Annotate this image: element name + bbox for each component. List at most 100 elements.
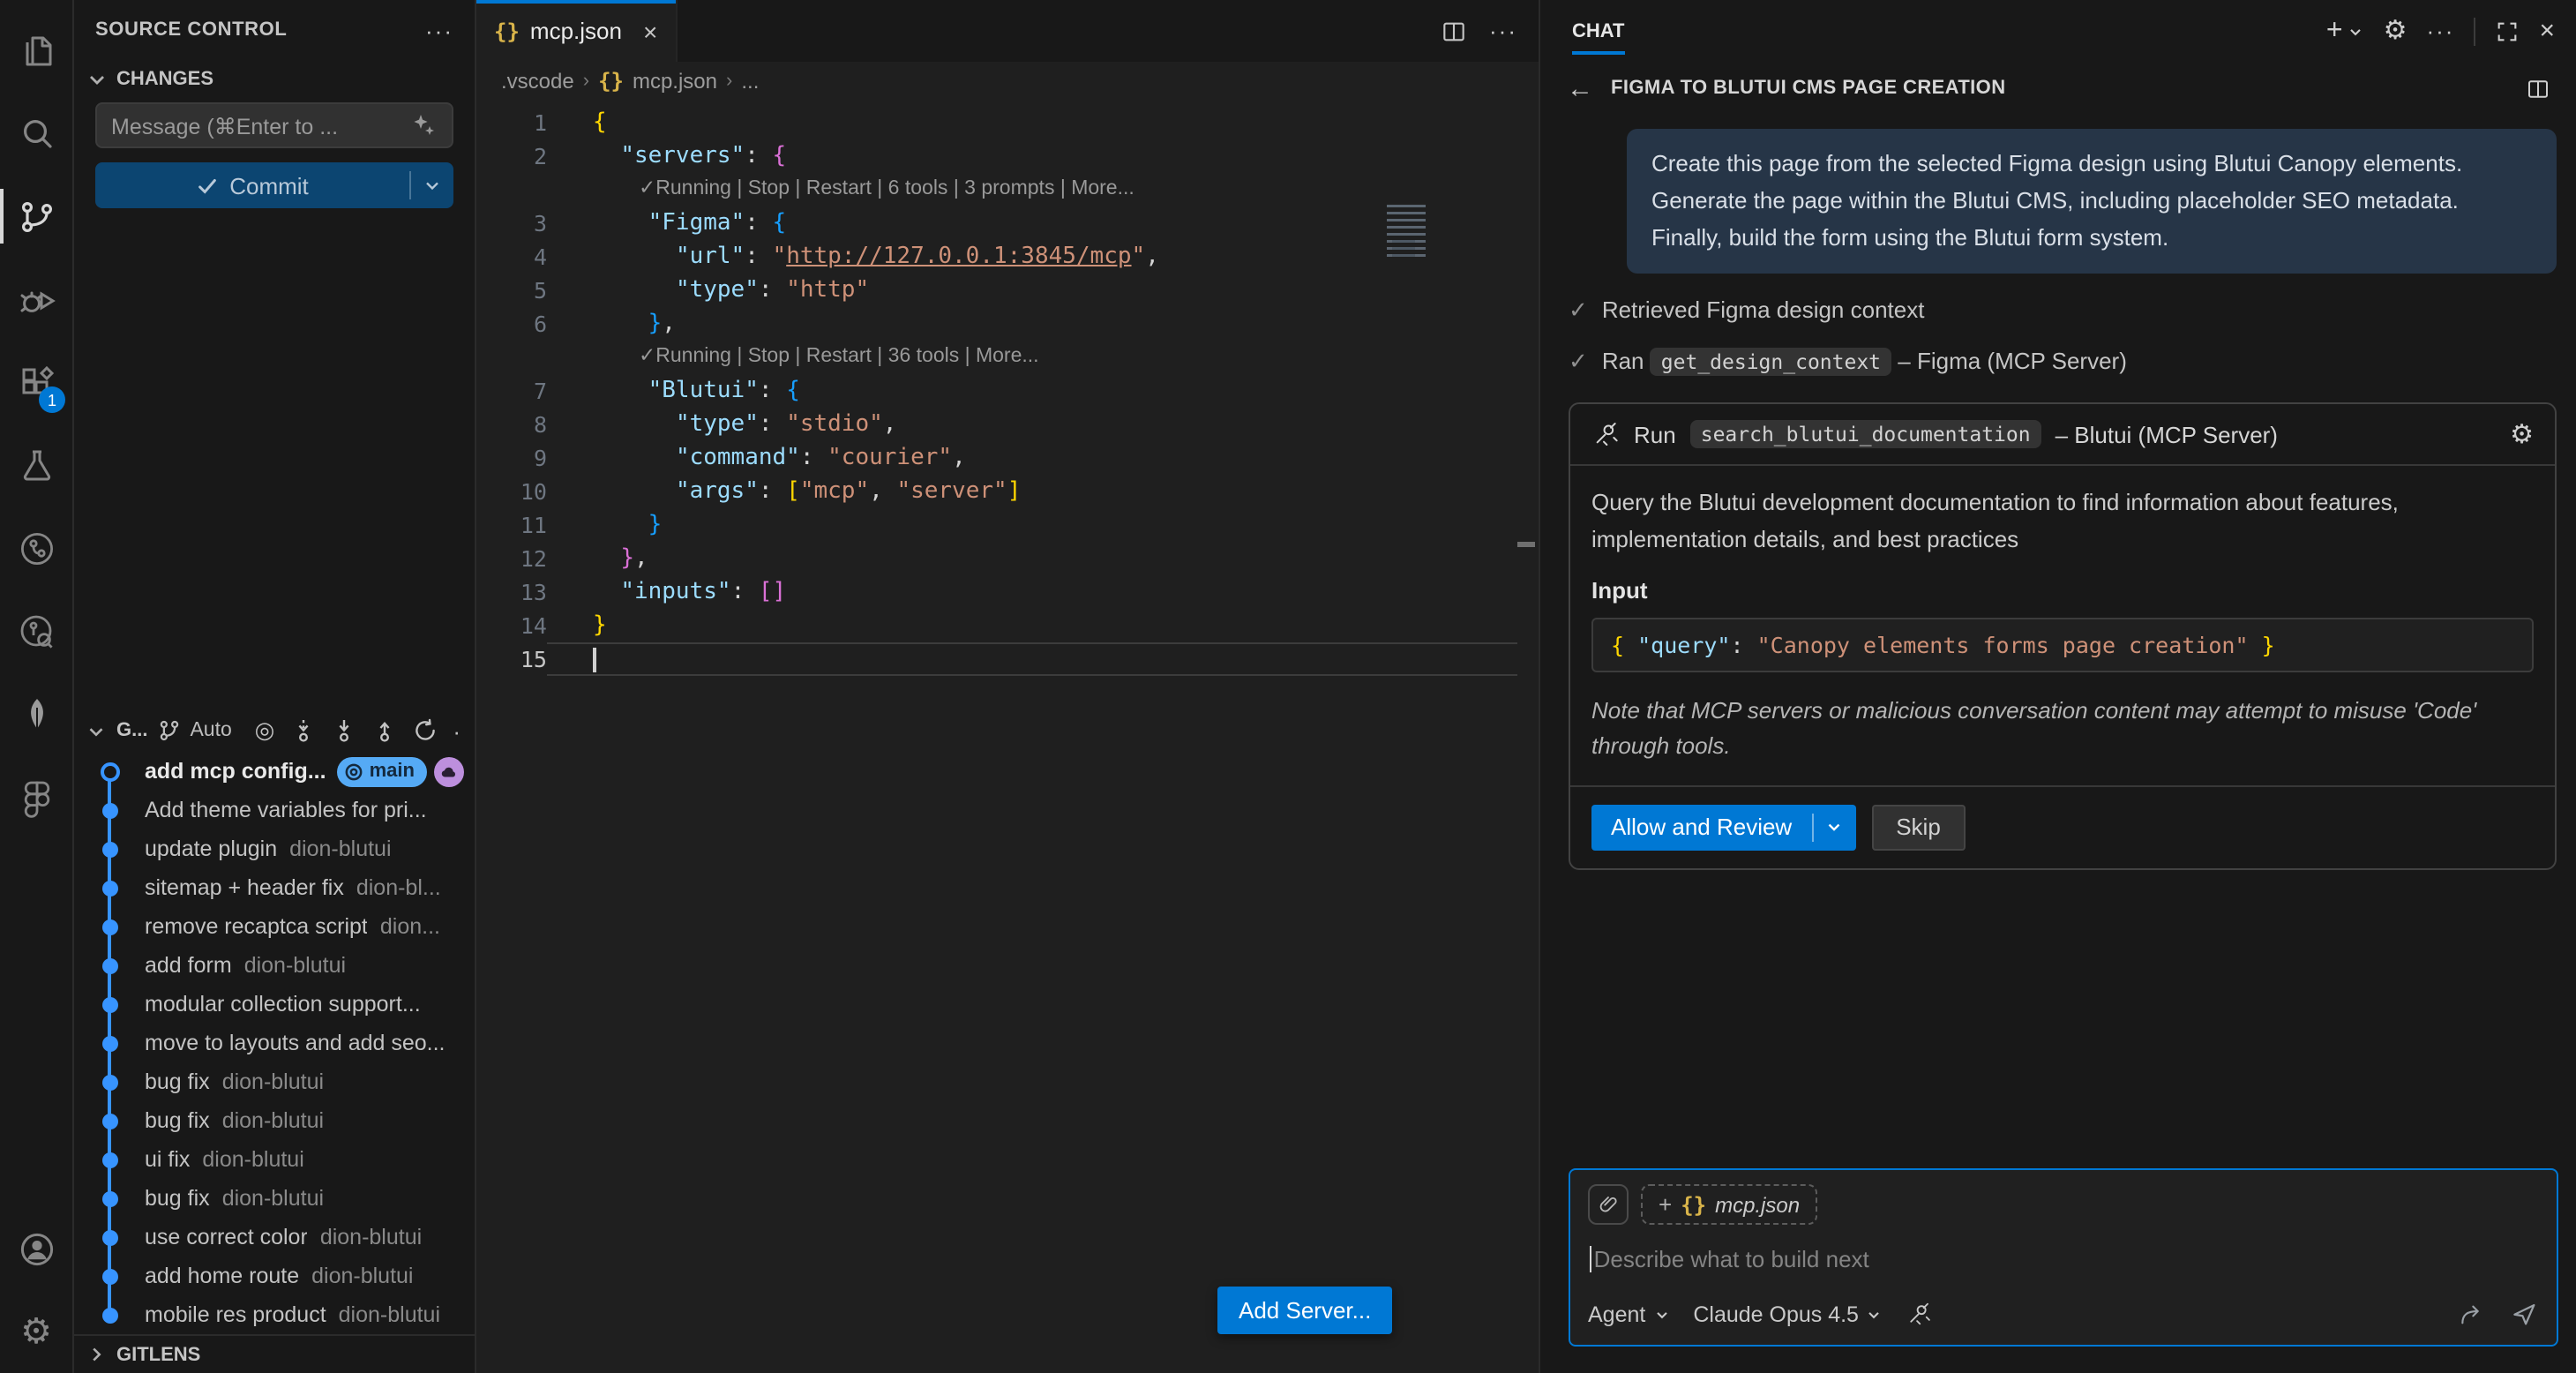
testing-icon[interactable]: [0, 424, 72, 506]
open-in-editor-icon[interactable]: [2525, 75, 2551, 101]
code-line[interactable]: 14}: [476, 609, 1539, 642]
model-picker[interactable]: Claude Opus 4.5: [1693, 1302, 1883, 1326]
code-line[interactable]: 3 "Figma": {: [476, 206, 1539, 240]
commit-row[interactable]: bug fixdion-blutui: [74, 1062, 475, 1101]
tab-chat[interactable]: CHAT: [1572, 0, 1624, 62]
commit-row[interactable]: add formdion-blutui: [74, 946, 475, 985]
code-line[interactable]: 11 }: [476, 508, 1539, 542]
refresh-icon[interactable]: [412, 718, 437, 743]
gitlens-icon[interactable]: [0, 589, 72, 672]
gitlens-section-header[interactable]: GITLENS: [74, 1334, 475, 1373]
chat-more-icon[interactable]: ···: [2426, 18, 2454, 44]
agent-step[interactable]: ✓ Ran get_design_context – Figma (MCP Se…: [1569, 349, 2557, 377]
tab-mcp-json[interactable]: {} mcp.json ×: [476, 0, 677, 62]
run-debug-icon[interactable]: [0, 258, 72, 341]
codelens[interactable]: ✓Running | Stop | Restart | 36 tools | M…: [476, 341, 1539, 374]
back-arrow-icon[interactable]: ←: [1567, 73, 1593, 103]
allow-and-review-button[interactable]: Allow and Review: [1591, 805, 1855, 851]
forward-arrow-icon[interactable]: [2458, 1300, 2486, 1328]
commit-row[interactable]: bug fixdion-blutui: [74, 1101, 475, 1140]
code-line[interactable]: 6 },: [476, 307, 1539, 341]
commit-row[interactable]: use correct colordion-blutui: [74, 1218, 475, 1257]
sparkle-icon[interactable]: [409, 111, 438, 139]
minimap[interactable]: [1387, 205, 1426, 261]
breadcrumb-folder[interactable]: .vscode: [501, 69, 574, 94]
tools-icon[interactable]: [1906, 1301, 1933, 1327]
breadcrumb-file[interactable]: mcp.json: [633, 69, 717, 94]
commit-message: mobile res product: [145, 1302, 326, 1327]
branch-badge[interactable]: main: [338, 756, 427, 786]
chat-settings-gear-icon[interactable]: ⚙: [2384, 18, 2408, 44]
tab-close-icon[interactable]: ×: [643, 17, 657, 45]
push-icon[interactable]: [371, 718, 396, 743]
mongodb-icon[interactable]: [0, 672, 72, 755]
commit-list: add mcp config...mainAdd theme variables…: [74, 752, 475, 1334]
commit-row[interactable]: remove recaptca scriptdion...: [74, 907, 475, 946]
tool-settings-gear-icon[interactable]: ⚙: [2510, 422, 2534, 448]
code-line[interactable]: 13 "inputs": []: [476, 575, 1539, 609]
code-line[interactable]: 9 "command": "courier",: [476, 441, 1539, 475]
source-control-icon[interactable]: [0, 175, 72, 258]
code-line[interactable]: 1{: [476, 106, 1539, 139]
graph-more-icon[interactable]: ·: [453, 717, 461, 744]
commit-row[interactable]: update plugindion-blutui: [74, 829, 475, 868]
commit-author: dion-blutui: [320, 1225, 464, 1249]
code-line[interactable]: 2 "servers": {: [476, 139, 1539, 173]
commit-dropdown[interactable]: [411, 175, 453, 196]
codelens[interactable]: ✓Running | Stop | Restart | 6 tools | 3 …: [476, 173, 1539, 206]
commit-row[interactable]: mobile res productdion-blutui: [74, 1295, 475, 1334]
code-line[interactable]: 10 "args": ["mcp", "server"]: [476, 475, 1539, 508]
commit-row[interactable]: bug fixdion-blutui: [74, 1179, 475, 1218]
commit-row[interactable]: sitemap + header fixdion-bl...: [74, 868, 475, 907]
pull-icon[interactable]: [331, 718, 356, 743]
code-line[interactable]: 7 "Blutui": {: [476, 374, 1539, 408]
sidebar-more-icon[interactable]: ···: [425, 17, 453, 43]
code-line[interactable]: 5 "type": "http": [476, 274, 1539, 307]
mode-picker[interactable]: Agent: [1588, 1302, 1670, 1326]
attach-button[interactable]: [1588, 1184, 1629, 1225]
source-control-sidebar: SOURCE CONTROL ··· CHANGES Message (⌘Ent…: [74, 0, 476, 1373]
tool-input-label: Input: [1591, 576, 2534, 603]
extensions-icon[interactable]: 1: [0, 341, 72, 424]
breadcrumb[interactable]: .vscode › {} mcp.json › ...: [476, 62, 1539, 101]
attached-context-pill[interactable]: + {} mcp.json: [1641, 1184, 1817, 1225]
send-icon[interactable]: [2509, 1299, 2539, 1329]
commit-row[interactable]: add mcp config...main: [74, 752, 475, 791]
code-line[interactable]: 12 },: [476, 542, 1539, 575]
skip-button[interactable]: Skip: [1871, 805, 1966, 851]
commit-node: [101, 996, 117, 1012]
maximize-icon[interactable]: [2495, 19, 2520, 43]
graph-section-header[interactable]: G... Auto ◎ ·: [74, 709, 475, 752]
commit-row[interactable]: Add theme variables for pri...: [74, 791, 475, 829]
git-graph-icon[interactable]: [0, 506, 72, 589]
code-editor[interactable]: 1{2 "servers": {✓Running | Stop | Restar…: [476, 101, 1539, 1373]
account-icon[interactable]: [0, 1207, 72, 1290]
settings-gear-icon[interactable]: ⚙: [0, 1290, 72, 1373]
commit-message-input[interactable]: Message (⌘Enter to ...: [95, 102, 453, 148]
code-line[interactable]: 15: [476, 642, 1539, 676]
allow-dropdown[interactable]: [1813, 818, 1855, 837]
commit-row[interactable]: ui fixdion-blutui: [74, 1140, 475, 1179]
new-chat-button[interactable]: +: [2326, 17, 2364, 45]
explorer-icon[interactable]: [0, 9, 72, 92]
commit-button[interactable]: Commit: [95, 162, 453, 208]
split-editor-icon[interactable]: [1440, 17, 1468, 45]
code-line[interactable]: 4 "url": "http://127.0.0.1:3845/mcp",: [476, 240, 1539, 274]
code-line[interactable]: 8 "type": "stdio",: [476, 408, 1539, 441]
agent-step[interactable]: ✓ Retrieved Figma design context: [1569, 297, 2557, 326]
chat-input-box[interactable]: + {} mcp.json Describe what to build nex…: [1569, 1168, 2558, 1347]
breadcrumb-symbol[interactable]: ...: [741, 69, 759, 94]
commit-row[interactable]: move to layouts and add seo...: [74, 1024, 475, 1062]
figma-icon[interactable]: [0, 755, 72, 838]
close-panel-icon[interactable]: ×: [2539, 18, 2555, 44]
search-icon[interactable]: [0, 92, 72, 175]
add-server-button[interactable]: Add Server...: [1217, 1287, 1392, 1334]
fetch-icon[interactable]: [290, 718, 315, 743]
editor-more-icon[interactable]: ···: [1489, 18, 1517, 44]
commit-row[interactable]: modular collection support...: [74, 985, 475, 1024]
changes-section-header[interactable]: CHANGES: [74, 60, 475, 99]
target-icon[interactable]: ◎: [255, 717, 275, 745]
cloud-badge[interactable]: [434, 756, 464, 786]
chat-input-field[interactable]: Describe what to build next: [1590, 1246, 2539, 1272]
commit-row[interactable]: add home routedion-blutui: [74, 1257, 475, 1295]
